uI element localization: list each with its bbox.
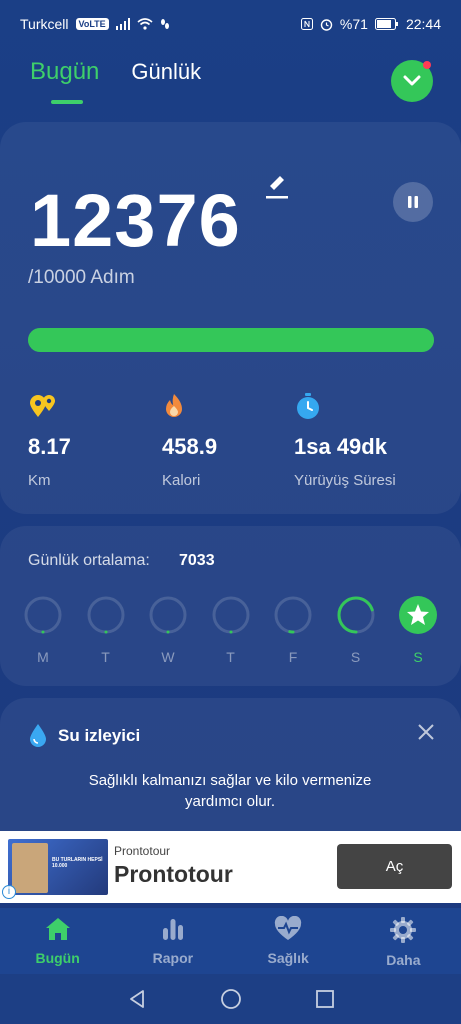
ad-banner[interactable]: BU TURLARIN HEPSİ 10.000 i Prontotour Pr… [0,831,461,903]
day-6: S [398,596,438,665]
step-count: 12376 [30,179,241,262]
bar-chart-icon [162,919,183,940]
back-icon[interactable] [127,989,147,1009]
step-goal: /10000 Adım [28,267,135,288]
water-title: Su izleyici [58,726,141,745]
battery-percent: %71 [339,16,368,32]
day-progress-ring [212,596,249,634]
weekly-card: Günlük ortalama: 7033 M T W T F S S [0,526,461,686]
step-progress-fill [28,328,434,352]
signal-icon [115,18,130,30]
tab-today[interactable]: Bugün [30,58,99,86]
calorie-value: 458.9 [162,434,218,459]
duration-stat: 1sa 49dk Yürüyüş Süresi [294,392,396,489]
average-label: Günlük ortalama: [28,552,150,569]
menu-button[interactable] [391,60,433,102]
home-icon [45,918,70,940]
clock: 22:44 [405,16,441,32]
day-4: F [273,596,313,665]
nav-today[interactable]: Bugün [0,908,115,974]
day-label: M [37,649,49,665]
nav-health[interactable]: Sağlık [231,908,346,974]
close-icon[interactable] [416,722,436,747]
duration-value: 1sa 49dk [294,434,387,459]
tab-daily[interactable]: Günlük [131,59,201,85]
flame-icon [162,392,217,420]
day-progress-ring [337,596,374,634]
day-label: F [288,649,298,665]
calorie-label: Kalori [162,472,201,489]
nav-more[interactable]: Daha [346,908,461,974]
ad-photo [12,843,48,893]
alarm-icon [320,18,333,31]
day-progress-ring [274,596,312,634]
steps-card: 12376 /10000 Adım 8.17 Km 458.9 Kalori 1… [0,122,461,514]
top-tabs: Bugün Günlük [30,58,201,86]
notification-dot [423,61,431,69]
day-5: S [336,596,376,665]
ad-info-icon[interactable]: i [2,885,16,899]
star-icon [399,596,437,634]
status-bar: Turkcell VoLTE %71 22:44 [0,0,461,48]
nav-report-label: Rapor [152,950,194,966]
step-progress-bar [28,328,434,352]
nav-today-label: Bugün [35,950,80,966]
active-tab-indicator [51,100,83,104]
day-label: T [101,649,110,665]
pause-icon [408,196,418,208]
day-0: M [23,596,63,665]
heart-pulse-icon [274,916,302,940]
gear-icon [390,917,417,943]
edit-icon[interactable] [264,174,290,205]
day-label: S [413,649,423,665]
day-1: T [86,596,126,665]
nav-report[interactable]: Rapor [115,908,230,974]
ad-open-button[interactable]: Aç [337,844,452,889]
nav-more-label: Daha [386,952,421,968]
footsteps-icon [160,18,170,30]
water-description: Sağlıklı kalmanızı sağlar ve kilo vermen… [88,772,372,810]
day-3: T [211,596,251,665]
nav-health-label: Sağlık [267,950,309,966]
distance-stat: 8.17 Km [28,392,71,489]
day-progress-ring [149,596,187,634]
duration-label: Yürüyüş Süresi [294,472,396,489]
stopwatch-icon [294,392,396,420]
pause-button[interactable] [393,182,433,222]
day-label: T [226,649,235,665]
day-label: W [161,649,175,665]
carrier-name: Turkcell [20,16,69,32]
water-drop-icon [28,722,48,753]
ad-advertiser-small: Prontotour [114,844,171,858]
home-circle-icon[interactable] [220,988,242,1010]
location-pins-icon [28,392,71,420]
ad-image-text: BU TURLARIN HEPSİ 10.000 [52,857,103,869]
day-2: W [148,596,188,665]
distance-value: 8.17 [28,434,71,459]
volte-badge: VoLTE [75,18,109,30]
day-label: S [350,649,361,665]
ad-image[interactable]: BU TURLARIN HEPSİ 10.000 [8,839,108,895]
bottom-navigation: Bugün Rapor Sağlık Daha [0,908,461,974]
chevron-down-icon [403,75,421,86]
calorie-stat: 458.9 Kalori [162,392,217,489]
distance-label: Km [28,472,51,489]
day-progress-ring [87,596,124,634]
day-progress-ring [24,596,62,634]
recents-icon[interactable] [315,989,335,1009]
battery-icon [374,18,399,30]
wifi-icon [137,18,153,30]
ad-advertiser-title: Prontotour [114,861,233,887]
nfc-icon [300,18,313,30]
average-value: 7033 [179,552,215,569]
system-navigation-bar [0,974,461,1024]
